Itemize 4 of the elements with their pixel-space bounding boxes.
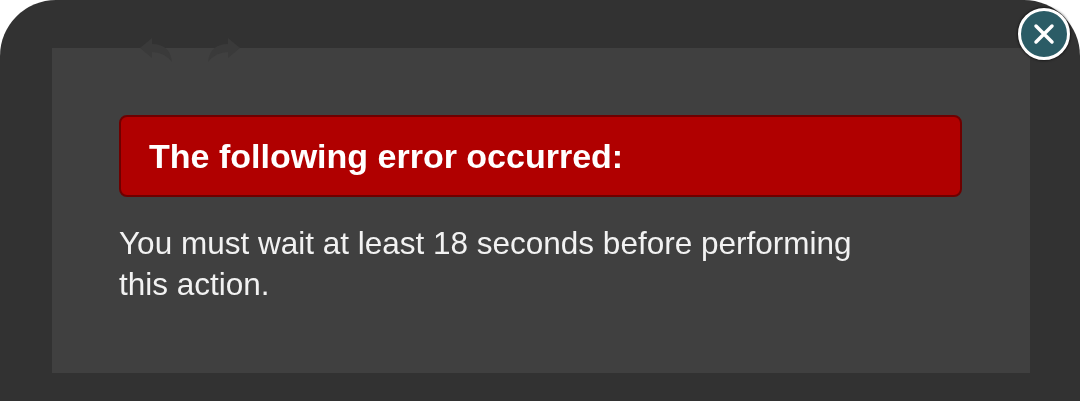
close-icon xyxy=(1033,23,1055,45)
close-button[interactable] xyxy=(1018,8,1070,60)
error-message: You must wait at least 18 seconds before performing this action. xyxy=(119,224,853,304)
error-title: The following error occurred: xyxy=(149,136,624,176)
